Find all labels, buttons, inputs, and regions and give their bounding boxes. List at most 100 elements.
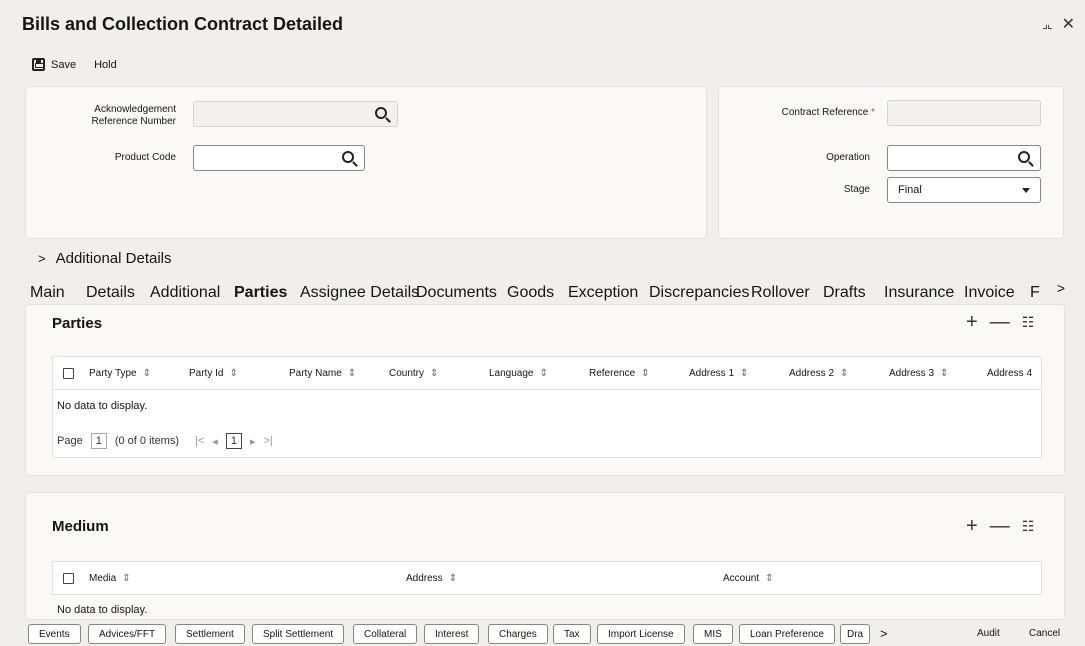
col-media[interactable]: Media ⇕ <box>89 573 131 584</box>
parties-title: Parties <box>52 315 103 332</box>
tab-invoice[interactable]: Invoice <box>964 284 1015 302</box>
tax-button[interactable]: Tax <box>553 624 591 644</box>
tab-scroll-right-icon[interactable]: > <box>1057 280 1065 296</box>
chevron-right-icon[interactable]: > <box>880 626 888 641</box>
tab-drafts[interactable]: Drafts <box>823 284 866 302</box>
column-manager-icon[interactable]: ☷ <box>1022 518 1035 535</box>
col-address-1[interactable]: Address 1 ⇕ <box>689 368 748 379</box>
tab-strip: Main Details Additional Parties Assignee… <box>0 284 1085 307</box>
tab-insurance[interactable]: Insurance <box>884 284 954 302</box>
advices-fft-button[interactable]: Advices/FFT <box>88 624 167 644</box>
col-reference[interactable]: Reference ⇕ <box>589 368 650 379</box>
col-label: Reference <box>589 368 636 379</box>
sort-icon: ⇕ <box>840 368 849 379</box>
bottom-action-bar: Events Advices/FFT Settlement Split Sett… <box>0 622 1085 646</box>
contract-ref-field[interactable] <box>887 100 1041 126</box>
split-settlement-button[interactable]: Split Settlement <box>252 624 345 644</box>
tab-discrepancies[interactable]: Discrepancies <box>649 284 749 302</box>
audit-button[interactable]: Audit <box>977 628 1000 639</box>
search-icon[interactable] <box>1018 151 1030 163</box>
col-language[interactable]: Language ⇕ <box>489 368 548 379</box>
col-account[interactable]: Account ⇕ <box>723 573 774 584</box>
col-address-3[interactable]: Address 3 ⇕ <box>889 368 948 379</box>
col-party-type[interactable]: Party Type ⇕ <box>89 368 151 379</box>
settlement-button[interactable]: Settlement <box>175 624 245 644</box>
events-button[interactable]: Events <box>28 624 81 644</box>
stage-label: Stage <box>843 184 870 195</box>
parties-grid-header: Party Type ⇕ Party Id ⇕ Party Name ⇕ Countr… <box>52 356 1042 390</box>
hold-label: Hold <box>94 58 117 71</box>
page-input[interactable]: 1 <box>90 433 107 449</box>
col-label: Address <box>406 573 443 584</box>
contract-ref-label: Contract Reference * <box>740 107 875 119</box>
col-party-name[interactable]: Party Name ⇕ <box>289 368 356 379</box>
select-all-checkbox[interactable] <box>63 368 74 379</box>
save-icon <box>32 58 45 71</box>
col-label: Address 4 <box>987 368 1033 379</box>
operation-field[interactable] <box>887 145 1041 171</box>
minus-icon[interactable]: — <box>990 311 1010 334</box>
minus-icon[interactable]: — <box>990 515 1010 538</box>
plus-icon[interactable]: + <box>966 515 978 538</box>
col-label: Address 2 <box>789 368 835 379</box>
col-party-id[interactable]: Party Id ⇕ <box>189 368 238 379</box>
tab-assignee-details[interactable]: Assignee Details <box>300 284 419 302</box>
product-code-field[interactable] <box>193 145 365 171</box>
save-button[interactable]: Save <box>32 58 76 71</box>
import-license-button[interactable]: Import License <box>597 624 685 644</box>
medium-title: Medium <box>52 518 109 535</box>
maximize-icon[interactable]: ⌟⌞ <box>1042 17 1052 31</box>
last-page-icon[interactable]: >| <box>263 435 272 447</box>
collateral-button[interactable]: Collateral <box>353 624 418 644</box>
close-icon[interactable]: ✕ <box>1062 14 1075 34</box>
col-address-4[interactable]: Address 4 <box>987 368 1032 379</box>
first-page-icon[interactable]: |< <box>195 435 204 447</box>
charges-button[interactable]: Charges <box>488 624 548 644</box>
next-page-icon[interactable]: ▸ <box>250 435 256 448</box>
items-count: (0 of 0 items) <box>114 435 180 447</box>
sort-icon: ⇕ <box>539 368 548 379</box>
medium-grid-header: Media ⇕ Address ⇕ Account ⇕ <box>52 561 1042 595</box>
window-controls: ⌟⌞ ✕ <box>1042 14 1075 34</box>
tab-goods[interactable]: Goods <box>507 284 554 302</box>
col-address-2[interactable]: Address 2 ⇕ <box>789 368 848 379</box>
hold-button[interactable]: Hold <box>94 59 117 71</box>
tab-additional[interactable]: Additional <box>150 284 220 302</box>
tab-exception[interactable]: Exception <box>568 284 638 302</box>
drafts-button[interactable]: Dra <box>840 624 870 644</box>
column-manager-icon[interactable]: ☷ <box>1022 314 1035 331</box>
ack-ref-field[interactable] <box>193 101 398 127</box>
sort-icon: ⇕ <box>430 368 439 379</box>
current-page-button[interactable]: 1 <box>225 433 242 449</box>
ack-ref-label: Acknowledgement Reference Number <box>91 104 176 127</box>
chevron-right-icon: > <box>38 251 46 266</box>
stage-value: Final <box>898 184 922 196</box>
select-all-checkbox[interactable] <box>63 573 74 584</box>
cancel-button[interactable]: Cancel <box>1029 628 1060 639</box>
interest-button[interactable]: Interest <box>424 624 480 644</box>
prev-page-icon[interactable]: ◂ <box>212 435 218 448</box>
window-title: Bills and Collection Contract Detailed <box>22 14 344 34</box>
col-country[interactable]: Country ⇕ <box>389 368 438 379</box>
operation-label: Operation <box>826 152 870 163</box>
sort-icon: ⇕ <box>740 368 749 379</box>
col-label: Account <box>723 573 760 584</box>
search-icon[interactable] <box>342 151 354 163</box>
mis-button[interactable]: MIS <box>693 624 733 644</box>
col-address[interactable]: Address ⇕ <box>406 573 457 584</box>
additional-details-toggle[interactable]: > Additional Details <box>38 250 172 267</box>
plus-icon[interactable]: + <box>966 311 978 334</box>
sort-icon: ⇕ <box>347 368 357 379</box>
stage-select[interactable]: Final <box>887 177 1041 203</box>
col-label: Party Name <box>289 368 342 379</box>
parties-pager: Page 1 (0 of 0 items) |< ◂ 1 ▸ >| <box>57 433 273 449</box>
tab-rollover[interactable]: Rollover <box>751 284 810 302</box>
sort-icon: ⇕ <box>940 368 949 379</box>
search-icon[interactable] <box>375 107 387 119</box>
tab-main[interactable]: Main <box>30 284 65 302</box>
tab-details[interactable]: Details <box>86 284 135 302</box>
col-label: Address 1 <box>689 368 735 379</box>
tab-documents[interactable]: Documents <box>416 284 497 302</box>
tab-f[interactable]: F <box>1030 284 1040 302</box>
loan-preference-button[interactable]: Loan Preference <box>739 624 835 644</box>
